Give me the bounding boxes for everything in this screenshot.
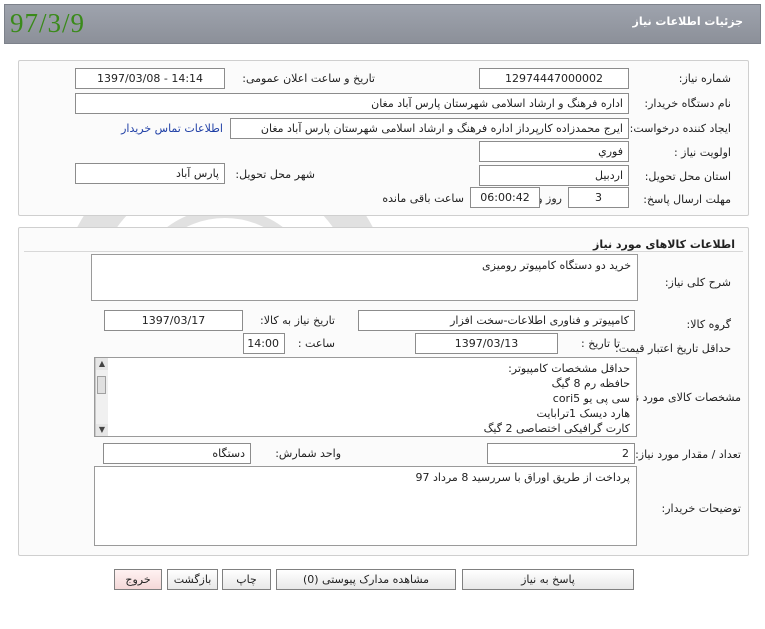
group-label: گروه کالا: — [686, 318, 731, 331]
page-title: جزئیات اطلاعات نیاز — [632, 15, 744, 28]
deadline-label: مهلت ارسال پاسخ: — [643, 193, 731, 206]
scroll-down-icon[interactable]: ▼ — [96, 424, 108, 436]
buyer-notes-label: توضیحات خریدار: — [661, 502, 742, 515]
group-field: کامپیوتر و فناوری اطلاعات-سخت افزار — [358, 310, 635, 331]
days-field: 3 — [568, 187, 629, 208]
announce-field: 1397/03/08 - 14:14 — [75, 68, 225, 89]
specs-label: مشخصات کالای مورد نیاز: — [620, 391, 741, 404]
summary-field: خرید دو دستگاه کامپیوتر رومیزی — [91, 254, 638, 301]
time-remaining-word: ساعت باقی مانده — [382, 192, 464, 205]
hour-label: ساعت : — [297, 337, 335, 350]
city-field: پارس آباد — [75, 163, 225, 184]
specs-scrollbar[interactable]: ▲ ▼ — [95, 358, 108, 436]
need-number-field: 12974447000002 — [479, 68, 629, 89]
section-divider — [24, 251, 743, 252]
province-field: اردبیل — [479, 165, 629, 186]
qty-label: تعداد / مقدار مورد نیاز: — [635, 448, 741, 461]
spec-line: کارت گرافیکی اختصاصی 2 گیگ — [483, 422, 630, 435]
spec-line: هارد دیسک 1ترابایت — [536, 407, 630, 420]
buyer-field: اداره فرهنگ و ارشاد اسلامی شهرستان پارس … — [75, 93, 629, 114]
priority-label: اولویت نیاز : — [673, 146, 731, 159]
days-word: روز و — [537, 192, 562, 205]
province-label: استان محل تحویل: — [644, 170, 731, 183]
need-date-label: تاریخ نیاز به کالا: — [260, 314, 335, 327]
need-date-field: 1397/03/17 — [104, 310, 243, 331]
contact-buyer-link[interactable]: اطلاعات تماس خریدار — [121, 122, 223, 135]
spec-line: سی پی یو cori5 — [552, 392, 630, 405]
scroll-up-icon[interactable]: ▲ — [96, 358, 108, 370]
print-button[interactable]: چاپ — [222, 569, 271, 590]
unit-label: واحد شمارش: — [275, 447, 341, 460]
until-date-label: تا تاریخ : — [581, 337, 620, 350]
need-number-label: شماره نیاز: — [678, 72, 731, 85]
specs-field: حداقل مشخصات کامپیوتر: حافظه رم 8 گیگ سی… — [94, 357, 637, 437]
exit-button[interactable]: خروج — [114, 569, 162, 590]
validity-label: حداقل تاریخ اعتبار قیمت: — [615, 342, 731, 355]
requester-label: ایجاد کننده درخواست: — [629, 122, 731, 135]
buyer-notes-field: پرداخت از طریق اوراق با سررسید 8 مرداد 9… — [94, 466, 637, 546]
city-label: شهر محل تحویل: — [235, 168, 315, 181]
unit-field: دستگاه — [103, 443, 251, 464]
back-button[interactable]: بازگشت — [167, 569, 218, 590]
priority-field: فوري — [479, 141, 629, 162]
time-field: 06:00:42 — [470, 187, 540, 208]
requester-field: ایرج محمدزاده کارپرداز اداره فرهنگ و ارش… — [230, 118, 629, 139]
reply-button[interactable]: پاسخ به نیاز — [462, 569, 634, 590]
spec-line: حافظه رم 8 گیگ — [551, 377, 630, 390]
goods-section-title: اطلاعات کالاهای مورد نیاز — [593, 238, 735, 251]
date-stamp: 97/3/9 — [10, 8, 86, 38]
announce-label: تاریخ و ساعت اعلان عمومی: — [242, 72, 375, 85]
spec-line: حداقل مشخصات کامپیوتر: — [508, 362, 630, 375]
hour-field: 14:00 — [243, 333, 285, 354]
until-date-field: 1397/03/13 — [415, 333, 558, 354]
qty-field: 2 — [487, 443, 635, 464]
buyer-label: نام دستگاه خریدار: — [644, 97, 731, 110]
summary-label: شرح کلی نیاز: — [664, 276, 731, 289]
attachments-button[interactable]: مشاهده مدارک پیوستی (0) — [276, 569, 456, 590]
scroll-thumb[interactable] — [97, 376, 106, 394]
